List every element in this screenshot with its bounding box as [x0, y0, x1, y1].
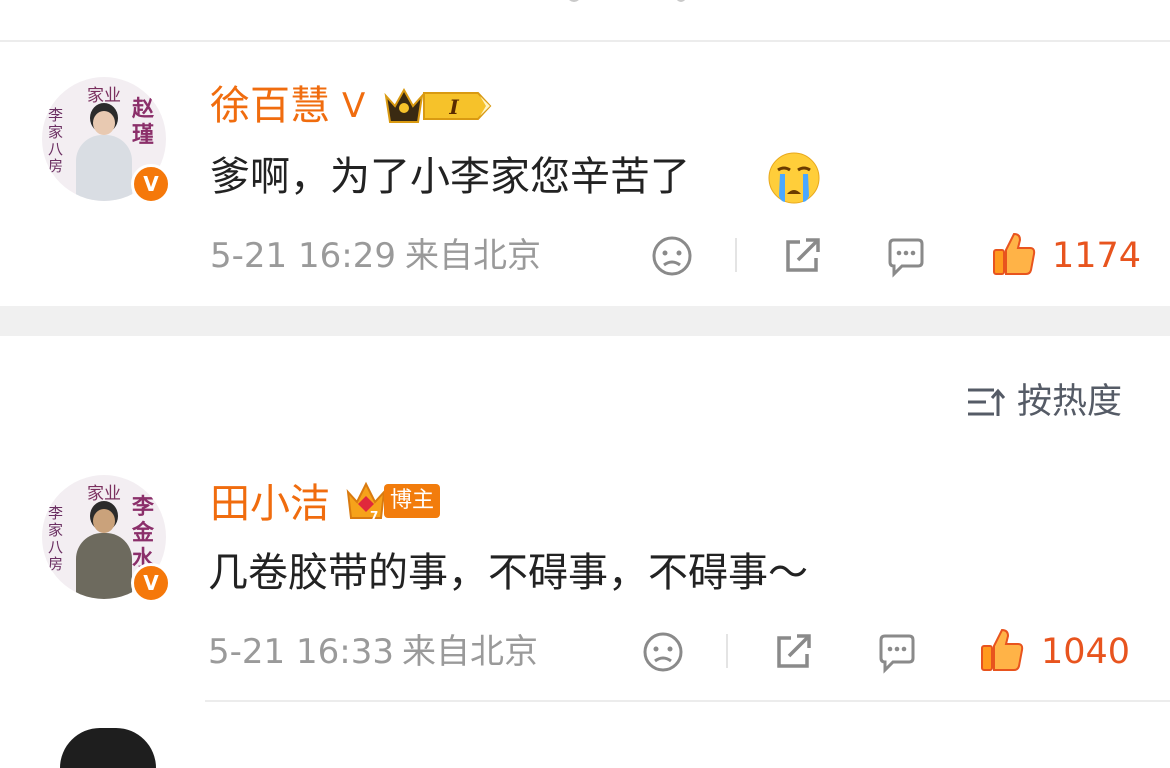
- share-icon[interactable]: [780, 234, 824, 278]
- like-thumb-icon[interactable]: [978, 626, 1026, 674]
- like-count: 1174: [1052, 236, 1142, 276]
- blogger-badge: 博主: [384, 484, 440, 518]
- sort-hot-button[interactable]: 按热度: [1017, 382, 1122, 422]
- divider-line: [205, 700, 1170, 702]
- sort-icon[interactable]: [966, 384, 1006, 420]
- like-thumb-icon[interactable]: [990, 230, 1038, 278]
- timestamp: 5-21 16:33: [208, 632, 394, 672]
- avatar[interactable]: [60, 728, 156, 768]
- avatar-caption: 李家八房: [48, 504, 64, 573]
- divider-line: [0, 40, 1170, 42]
- avatar-name-art: 李金水: [132, 495, 155, 572]
- section-separator: [0, 306, 1170, 336]
- location: 来自北京: [402, 632, 538, 672]
- like-count: 1040: [1041, 632, 1131, 672]
- svg-text:7: 7: [370, 509, 378, 522]
- comment-text: 几卷胶带的事，不碍事，不碍事～: [208, 550, 808, 596]
- username[interactable]: 田小洁: [210, 480, 330, 528]
- gem-crown-icon: 7: [346, 481, 386, 522]
- reply-icon[interactable]: [884, 234, 928, 278]
- username[interactable]: 徐百慧: [210, 82, 330, 130]
- avatar-figure: [76, 533, 132, 599]
- verified-badge-icon: V: [131, 563, 171, 603]
- top-partial-glyph: [568, 0, 580, 2]
- comment-text: 爹啊，为了小李家您辛苦了: [210, 154, 690, 200]
- crying-face-icon: [768, 152, 820, 204]
- timestamp: 5-21 16:29: [210, 236, 396, 276]
- level-badge-text: I: [448, 95, 459, 119]
- dislike-face-icon[interactable]: [641, 630, 685, 674]
- verified-mark: V: [342, 86, 366, 126]
- action-divider: [726, 634, 728, 668]
- reply-icon[interactable]: [875, 630, 919, 674]
- share-icon[interactable]: [771, 630, 815, 674]
- avatar-figure: [93, 111, 115, 135]
- avatar-figure: [93, 509, 115, 533]
- location: 来自北京: [405, 236, 541, 276]
- action-divider: [735, 238, 737, 272]
- avatar-name-art: 赵瑾: [132, 97, 155, 148]
- top-partial-glyph: [676, 0, 686, 2]
- verified-badge-icon: V: [131, 164, 171, 204]
- avatar-caption: 李家八房: [48, 106, 64, 175]
- avatar-figure: [76, 135, 132, 201]
- member-crown-icon: I: [384, 87, 492, 123]
- dislike-face-icon[interactable]: [650, 234, 694, 278]
